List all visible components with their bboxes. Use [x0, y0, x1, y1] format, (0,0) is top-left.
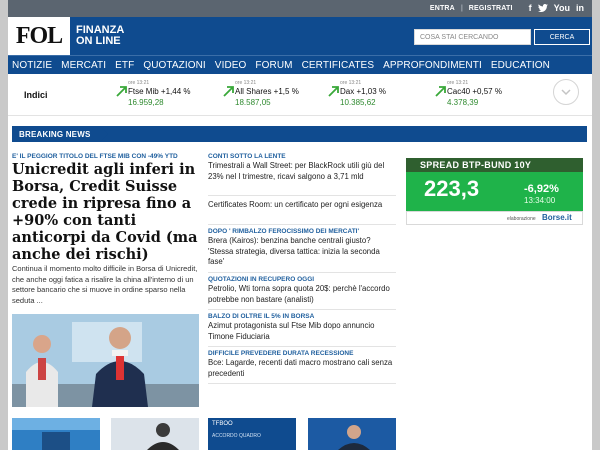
site-logo[interactable]: FOL	[8, 17, 70, 55]
nav-item-mercati[interactable]: MERCATI	[61, 60, 106, 71]
nav-item-video[interactable]: VIDEO	[215, 60, 247, 71]
up-arrow-icon	[435, 86, 446, 97]
spread-title: SPREAD BTP-BUND 10Y	[406, 158, 583, 172]
indices-label: Indici	[24, 90, 48, 100]
news-item[interactable]: Certificates Room: un certificato per og…	[208, 200, 396, 211]
spread-credit: elaborazione Borse.it	[406, 211, 583, 225]
spread-change: -6,92%	[524, 183, 559, 195]
news-item[interactable]: DOPO ' RIMBALZO FEROCISSIMO DEI MERCATI'…	[208, 228, 396, 268]
breaking-news-label[interactable]: BREAKING NEWS	[12, 126, 587, 142]
divider	[208, 272, 396, 273]
nav-item-quotazioni[interactable]: QUOTAZIONI	[143, 60, 205, 71]
divider	[208, 309, 396, 310]
facebook-icon[interactable]: f	[529, 4, 532, 13]
youtube-icon[interactable]: You	[554, 4, 570, 13]
divider	[208, 224, 396, 225]
register-link[interactable]: REGISTRATI	[469, 5, 513, 12]
article-thumbnail[interactable]	[308, 418, 396, 450]
article-thumbnail[interactable]	[12, 418, 100, 450]
logo-text[interactable]: FINANZA ON LINE	[76, 25, 124, 47]
news-item[interactable]: CONTI SOTTO LA LENTE Trimestrali a Wall …	[208, 153, 396, 182]
nav-item-approfondimenti[interactable]: APPROFONDIMENTI	[383, 60, 482, 71]
nav-item-education[interactable]: EDUCATION	[491, 60, 550, 71]
twitter-icon[interactable]	[537, 4, 548, 13]
separator: |	[460, 5, 463, 12]
news-item[interactable]: QUOTAZIONI IN RECUPERO OGGI Petrolio, Wt…	[208, 276, 396, 305]
up-arrow-icon	[328, 86, 339, 97]
site-header: FOL FINANZA ON LINE COSA STAI CERCANDO C…	[8, 17, 592, 55]
up-arrow-icon	[116, 86, 127, 97]
main-article-kicker[interactable]: E' IL PEGGIOR TITOLO DEL FTSE MIB CON -4…	[12, 153, 178, 160]
main-nav: NOTIZIE MERCATI ETF QUOTAZIONI VIDEO FOR…	[8, 55, 592, 74]
nav-item-notizie[interactable]: NOTIZIE	[12, 60, 52, 71]
divider	[208, 383, 396, 384]
divider	[208, 195, 396, 196]
search-input[interactable]: COSA STAI CERCANDO	[414, 29, 531, 45]
page-frame: ENTRA | REGISTRATI f You in FOL FINANZA …	[8, 0, 592, 450]
search-button[interactable]: CERCA	[534, 29, 590, 45]
top-utility-bar: ENTRA | REGISTRATI f You in	[8, 0, 592, 17]
main-article-summary: Continua il momento molto difficile in B…	[12, 264, 198, 305]
divider	[208, 346, 396, 347]
login-link[interactable]: ENTRA	[430, 5, 455, 12]
news-item[interactable]: DIFFICILE PREVEDERE DURATA RECESSIONE Bc…	[208, 350, 396, 379]
social-links: f You in	[529, 4, 584, 13]
borse-logo[interactable]: Borse.it	[542, 213, 572, 222]
news-item[interactable]: BALZO DI OLTRE IL 5% IN BORSA Azimut pro…	[208, 313, 396, 342]
article-thumbnail[interactable]	[111, 418, 199, 450]
nav-item-forum[interactable]: FORUM	[255, 60, 292, 71]
spread-value: 223,3	[424, 176, 480, 201]
spread-time: 13:34:00	[524, 196, 556, 205]
chevron-down-icon[interactable]	[553, 79, 579, 105]
linkedin-icon[interactable]: in	[576, 4, 584, 13]
article-thumbnail[interactable]: TFBOO ACCORDO QUADRO	[208, 418, 296, 450]
up-arrow-icon	[223, 86, 234, 97]
main-article-photo[interactable]	[12, 314, 199, 407]
main-article-headline[interactable]: Unicredit agli inferi in Borsa, Credit S…	[12, 161, 198, 263]
indices-strip: Indici ore 13:21 Ftse Mib +1,44 % 16.959…	[8, 74, 592, 116]
nav-item-etf[interactable]: ETF	[115, 60, 134, 71]
nav-item-certificates[interactable]: CERTIFICATES	[302, 60, 375, 71]
breaking-arrow	[100, 126, 108, 142]
